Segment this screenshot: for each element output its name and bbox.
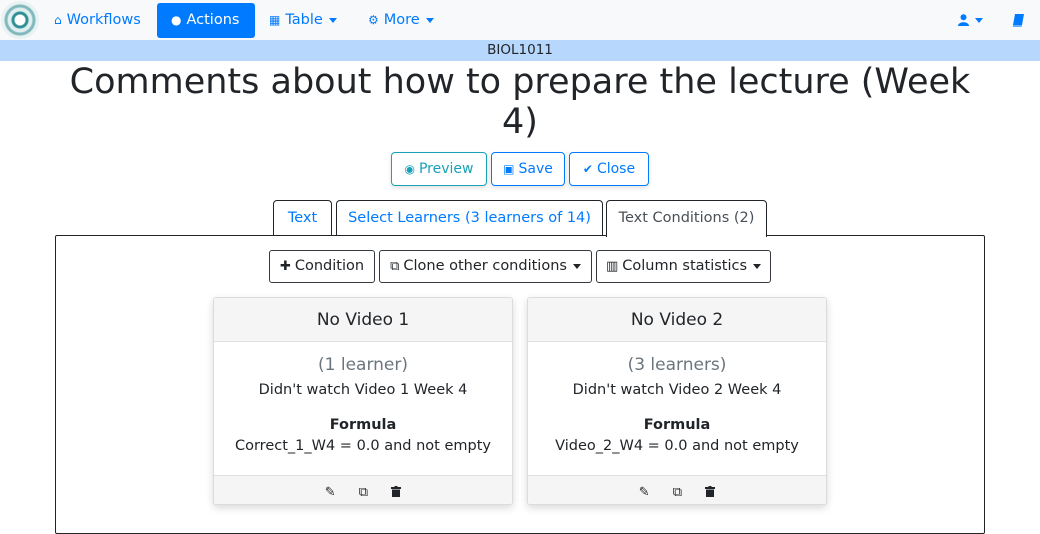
book-icon <box>1012 13 1024 27</box>
tab-select-learners[interactable]: Select Learners (3 learners of 14) <box>336 200 603 237</box>
trash-icon[interactable] <box>391 478 402 504</box>
nav-more-dropdown[interactable]: ⚙ More <box>368 3 434 38</box>
edit-icon[interactable]: ✎ <box>639 478 650 504</box>
clone-icon: ⧉ <box>390 259 400 274</box>
condition-description: Didn't watch Video 2 Week 4 <box>572 382 782 398</box>
chevron-down-icon <box>753 263 762 269</box>
card-footer: ✎ ⧉ <box>214 475 512 504</box>
eye-icon: ◉ <box>404 162 415 176</box>
chevron-down-icon <box>425 17 434 23</box>
comments-icon: ● <box>171 13 182 27</box>
condition-card: No Video 1 (1 learner) Didn't watch Vide… <box>213 297 513 505</box>
save-icon: ▣ <box>503 162 515 176</box>
documentation-link[interactable] <box>1012 3 1024 38</box>
condition-formula: Video_2_W4 = 0.0 and not empty <box>555 438 799 454</box>
learner-count: (3 learners) <box>627 355 727 375</box>
card-footer: ✎ ⧉ <box>528 475 826 504</box>
plus-icon: ✚ <box>279 259 291 274</box>
edit-icon[interactable]: ✎ <box>325 478 336 504</box>
trash-icon[interactable] <box>705 478 716 504</box>
user-menu[interactable] <box>958 3 983 38</box>
check-icon: ✔ <box>582 162 593 176</box>
column-statistics-dropdown[interactable]: ▥ Column statistics <box>596 250 771 283</box>
close-button[interactable]: ✔ Close <box>569 152 649 186</box>
chevron-down-icon <box>572 263 581 269</box>
nav-actions[interactable]: ● Actions <box>157 3 255 38</box>
home-icon: ⌂ <box>54 13 62 27</box>
formula-label: Formula <box>643 417 711 433</box>
table-icon: ▦ <box>269 13 281 27</box>
tab-text-conditions[interactable]: Text Conditions (2) <box>606 200 767 237</box>
preview-button[interactable]: ◉ Preview <box>391 152 487 186</box>
condition-description: Didn't watch Video 1 Week 4 <box>258 382 468 398</box>
chevron-down-icon <box>328 17 337 23</box>
app-logo[interactable] <box>1 1 39 39</box>
condition-formula: Correct_1_W4 = 0.0 and not empty <box>234 438 491 454</box>
clone-icon[interactable]: ⧉ <box>673 478 682 504</box>
nav-table-dropdown[interactable]: ▦ Table <box>269 3 337 38</box>
condition-name: No Video 2 <box>528 298 826 342</box>
gear-icon: ⚙ <box>368 13 379 27</box>
formula-label: Formula <box>329 417 397 433</box>
clone-icon[interactable]: ⧉ <box>359 478 368 504</box>
condition-name: No Video 1 <box>214 298 512 342</box>
user-icon <box>958 14 969 26</box>
chevron-down-icon <box>975 17 983 23</box>
add-condition-button[interactable]: ✚ Condition <box>269 250 375 283</box>
learner-count: (1 learner) <box>318 355 408 375</box>
condition-card: No Video 2 (3 learners) Didn't watch Vid… <box>527 297 827 505</box>
page-title: Comments about how to prepare the lectur… <box>69 62 971 142</box>
top-navbar: ⌂ Workflows ● Actions ▦ Table ⚙ More <box>0 0 1040 40</box>
bar-chart-icon: ▥ <box>605 259 619 274</box>
nav-workflows[interactable]: ⌂ Workflows <box>54 3 141 38</box>
tab-text[interactable]: Text <box>273 200 332 237</box>
course-bar: BIOL1011 <box>0 40 1040 61</box>
save-button[interactable]: ▣ Save <box>491 152 565 186</box>
clone-conditions-dropdown[interactable]: ⧉ Clone other conditions <box>379 250 592 283</box>
